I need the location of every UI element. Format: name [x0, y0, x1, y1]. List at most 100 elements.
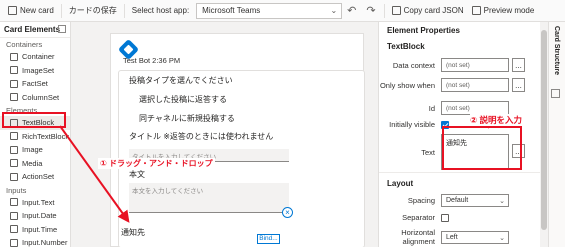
panel-title: Card Elements — [0, 22, 70, 38]
horizontal-alignment-value: Left — [446, 233, 458, 241]
teams-message-preview: Test Bot 2:36 PM 投稿タイプを選んでください 選択した投稿に返答… — [110, 33, 365, 247]
toolbar: New card カードの保存 Select host app: Microso… — [0, 0, 565, 22]
properties-scroll-thumb[interactable] — [541, 30, 547, 230]
remove-element-icon[interactable]: × — [282, 207, 293, 218]
element-label: Image — [22, 145, 43, 155]
chevron-down-icon: ⌄ — [330, 5, 338, 15]
new-card-icon — [8, 6, 17, 15]
preview-icon — [471, 6, 481, 15]
highlight-textblock — [2, 112, 66, 128]
number-icon — [10, 238, 18, 247]
only-show-when-row: Only show when (not set) ... — [379, 78, 548, 92]
separator-row: Separator — [379, 213, 548, 222]
input-text-icon — [10, 198, 18, 207]
copy-json-label: Copy card JSON — [403, 6, 464, 15]
element-item-input-date[interactable]: Input.Date — [0, 209, 70, 223]
element-item-media[interactable]: Media — [0, 157, 70, 171]
toolbar-divider — [123, 3, 125, 18]
only-show-when-field[interactable]: (not set) — [441, 78, 509, 92]
id-row: Id (not set) — [379, 101, 548, 115]
choice-option-reply[interactable]: 選択した投稿に返答する — [139, 94, 227, 105]
actionset-icon — [10, 172, 18, 181]
data-context-field[interactable]: (not set) — [441, 58, 509, 72]
layout-section-heading: Layout — [387, 179, 414, 188]
copy-icon — [391, 6, 401, 15]
element-item-input-number[interactable]: Input.Number — [0, 236, 70, 247]
card-structure-label[interactable]: Card Structure — [553, 26, 560, 75]
toolbar-divider — [383, 3, 385, 18]
spacing-label: Spacing — [407, 196, 435, 205]
clock-icon — [10, 225, 18, 234]
preview-mode-button[interactable]: Preview mode — [468, 0, 539, 22]
richtextblock-icon — [10, 132, 18, 141]
element-label: ActionSet — [22, 172, 55, 182]
only-show-when-more-button[interactable]: ... — [512, 78, 525, 92]
element-item-input-time[interactable]: Input.Time — [0, 223, 70, 237]
id-field[interactable]: (not set) — [441, 101, 509, 115]
card-text-title-note[interactable]: タイトル ※返答のときには使われません — [129, 131, 273, 142]
section-divider — [379, 172, 548, 173]
bot-name-time: Test Bot 2:36 PM — [123, 56, 181, 65]
host-app-select[interactable]: Microsoft Teams ⌄ — [196, 2, 343, 19]
element-label: ImageSet — [22, 65, 55, 75]
new-card-button[interactable]: New card — [4, 0, 58, 22]
columnset-icon — [10, 93, 18, 102]
spacing-select[interactable]: Default ⌄ — [441, 194, 509, 207]
undo-icon[interactable]: ↶ — [342, 4, 361, 17]
step1-annotation: ① ドラッグ・アンド・ドロップ — [98, 158, 215, 169]
toolbar-divider — [60, 3, 62, 18]
element-label: Input.Text — [22, 197, 55, 207]
card-text-prompt[interactable]: 投稿タイプを選んでください — [129, 75, 233, 86]
container-icon — [10, 52, 18, 61]
separator-label: Separator — [402, 213, 435, 222]
category-inputs: Inputs — [6, 185, 27, 195]
element-item-input-text[interactable]: Input.Text — [0, 196, 70, 210]
separator-checkbox[interactable] — [441, 213, 449, 222]
only-show-when-label: Only show when — [379, 80, 435, 90]
highlight-text-field — [442, 126, 522, 170]
redo-icon[interactable]: ↷ — [361, 4, 380, 17]
factset-icon — [10, 79, 18, 88]
element-item-richtextblock[interactable]: RichTextBlock — [0, 130, 70, 144]
save-card-button[interactable]: カードの保存 — [65, 0, 121, 22]
preview-mode-label: Preview mode — [483, 6, 535, 15]
element-label: Input.Date — [22, 211, 57, 221]
element-item-actionset[interactable]: ActionSet — [0, 170, 70, 184]
element-item-factset[interactable]: FactSet — [0, 77, 70, 91]
element-item-imageset[interactable]: ImageSet — [0, 64, 70, 78]
spacing-row: Spacing Default ⌄ — [379, 194, 548, 207]
category-containers: Containers — [6, 40, 43, 49]
choice-option-new-post[interactable]: 同チャネルに新規投稿する — [139, 113, 235, 124]
chevron-down-icon: ⌄ — [499, 198, 505, 205]
body-input[interactable]: 本文を入力してください — [129, 183, 289, 213]
host-app-value: Microsoft Teams — [202, 6, 261, 15]
id-label: Id — [428, 103, 435, 113]
card-text-body-label[interactable]: 本文 — [129, 169, 145, 180]
horizontal-alignment-row: Horizontal alignment Left ⌄ — [379, 228, 548, 246]
collapse-icon[interactable] — [58, 25, 66, 33]
data-context-row: Data context (not set) ... — [379, 58, 548, 72]
card-elements-panel: Card Elements Containers Container Image… — [0, 22, 71, 247]
expand-icon[interactable] — [551, 89, 560, 98]
imageset-icon — [10, 66, 18, 75]
data-context-more-button[interactable]: ... — [512, 58, 525, 72]
dropped-textblock[interactable]: 通知先 — [121, 227, 145, 238]
initially-visible-label: Initially visible — [389, 120, 435, 129]
element-type-heading: TextBlock — [387, 42, 425, 51]
element-label: Input.Number — [22, 238, 68, 247]
element-item-container[interactable]: Container — [0, 50, 70, 64]
data-context-label: Data context — [392, 60, 435, 70]
design-canvas: Test Bot 2:36 PM 投稿タイプを選んでください 選択した投稿に返答… — [72, 22, 378, 247]
element-label: Media — [22, 158, 43, 168]
element-properties-title: Element Properties — [387, 25, 460, 35]
element-item-image[interactable]: Image — [0, 143, 70, 157]
copy-json-button[interactable]: Copy card JSON — [388, 0, 468, 22]
chevron-down-icon: ⌄ — [499, 234, 505, 242]
bind-button[interactable]: Bind... — [257, 234, 280, 244]
horizontal-alignment-select[interactable]: Left ⌄ — [441, 230, 509, 244]
save-card-label: カードの保存 — [68, 6, 117, 15]
element-item-columnset[interactable]: ColumnSet — [0, 91, 70, 105]
spacing-value: Default — [446, 197, 469, 204]
media-icon — [10, 159, 18, 168]
step2-annotation: ② 説明を入力 — [470, 114, 523, 126]
